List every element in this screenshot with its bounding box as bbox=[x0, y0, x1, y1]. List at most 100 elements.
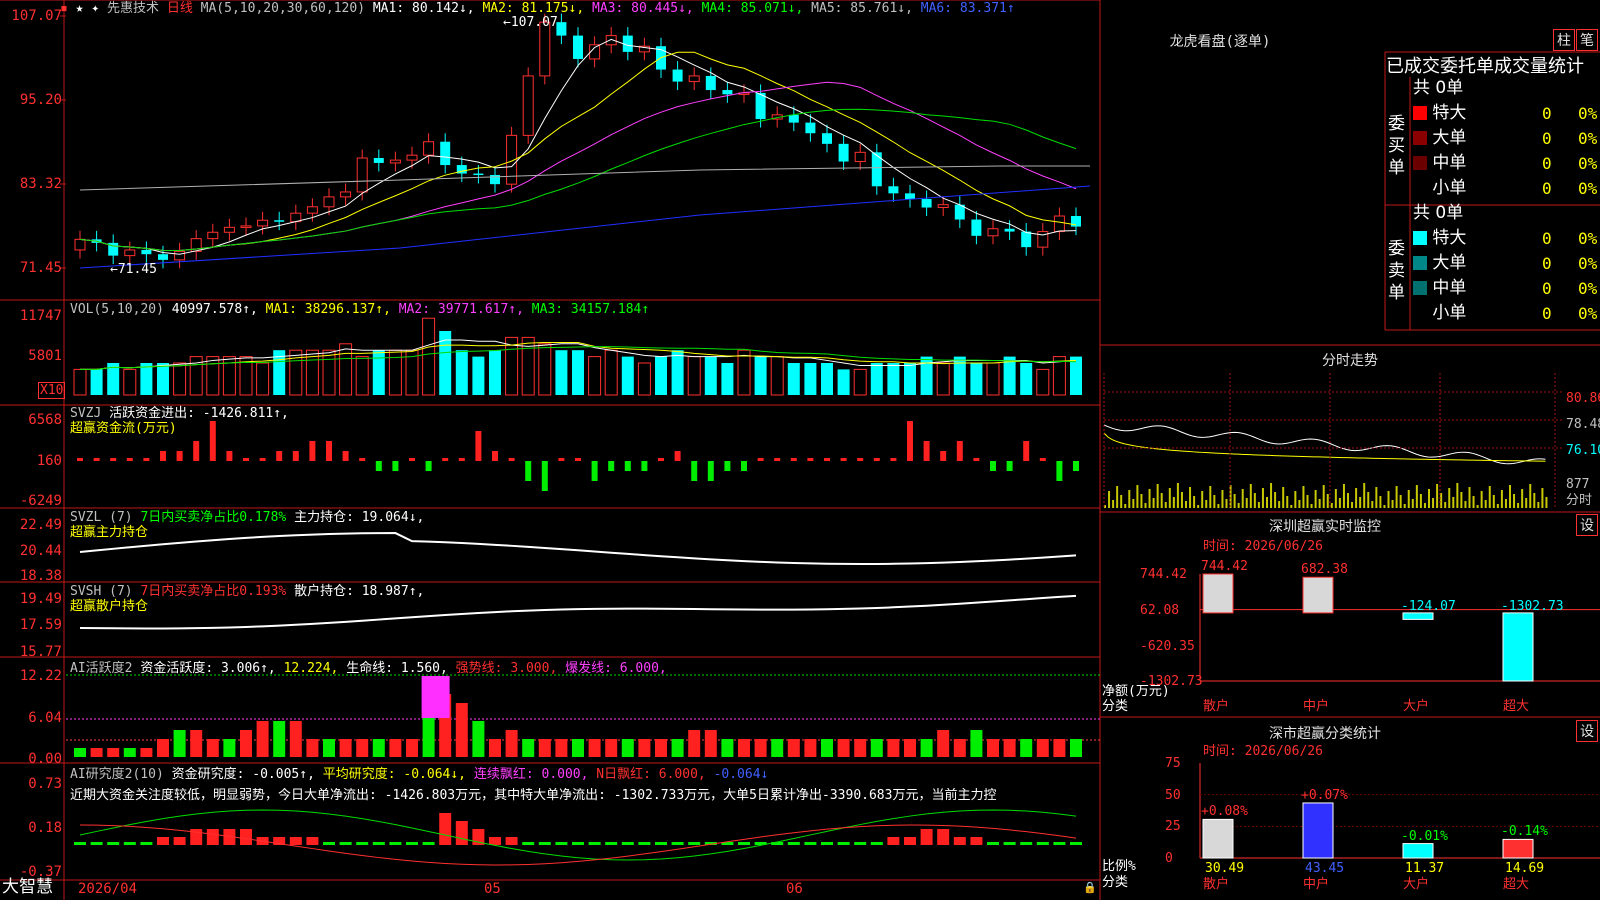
intraday-vol-bar bbox=[1452, 497, 1455, 508]
flow-bar bbox=[475, 431, 482, 461]
intraday-vol-bar bbox=[1496, 504, 1499, 508]
flow-bar bbox=[624, 461, 631, 471]
intraday-vol-bar bbox=[1286, 496, 1289, 508]
color-swatch bbox=[1413, 156, 1427, 170]
candle-body bbox=[971, 219, 982, 236]
intraday-vol-bar bbox=[1347, 493, 1349, 508]
monitor-category: 超大 bbox=[1503, 699, 1530, 714]
intraday-vol-bar bbox=[1270, 483, 1273, 508]
ai1-header: AI活跃度2 资金活跃度: 3.006↑, 12.224, 生命线: 1.560… bbox=[70, 661, 667, 676]
flow-bar bbox=[840, 458, 847, 461]
research-bar bbox=[406, 842, 418, 845]
stock-name[interactable]: 先惠技术 bbox=[107, 1, 159, 16]
order-count: 0 bbox=[1542, 154, 1552, 173]
vol-unit: X10 bbox=[38, 382, 66, 399]
activity-bar bbox=[522, 739, 535, 757]
volume-bar bbox=[687, 356, 701, 396]
axis-ai1-0: 12.22 bbox=[19, 668, 62, 684]
intraday-vol-bar bbox=[1521, 489, 1524, 508]
intraday-vol-bar bbox=[1525, 498, 1528, 508]
intraday-vol-bar bbox=[1399, 495, 1402, 508]
monitor-date: 时间: 2026/06/26 bbox=[1203, 539, 1323, 554]
lock-icon[interactable]: 🔒 bbox=[1083, 880, 1097, 895]
monitor-category: 中户 bbox=[1303, 699, 1330, 714]
classify-title: 深市超赢分类统计 bbox=[1269, 726, 1381, 742]
monitor-bar-value: -1302.73 bbox=[1501, 598, 1564, 614]
candle-body bbox=[822, 133, 832, 144]
order-pct: 0% bbox=[1578, 104, 1598, 123]
flow-bar bbox=[525, 461, 532, 481]
monitor-xlabel: 分类 bbox=[1102, 699, 1129, 714]
intraday-vol-bar bbox=[1533, 493, 1536, 508]
research-bar bbox=[671, 842, 684, 845]
order-pct: 0% bbox=[1578, 304, 1598, 323]
activity-bar bbox=[273, 721, 286, 757]
activity-bar bbox=[837, 739, 850, 757]
activity-bar bbox=[704, 730, 717, 757]
research-bar bbox=[1053, 842, 1066, 845]
activity-bar bbox=[140, 748, 153, 757]
classify-category: 超大 bbox=[1503, 877, 1530, 892]
activity-bar bbox=[1053, 739, 1066, 757]
research-bar bbox=[157, 837, 169, 845]
activity-bar bbox=[621, 739, 634, 757]
classify-category: 散户 bbox=[1203, 877, 1230, 892]
research-bar bbox=[987, 842, 999, 845]
intraday-vol-bar bbox=[1342, 484, 1345, 508]
monitor-settings-button[interactable]: 设 bbox=[1576, 514, 1598, 536]
flow-bar bbox=[857, 458, 864, 461]
axis-svzl-1: 20.44 bbox=[19, 543, 62, 559]
ai2-title: AI研究度2(10) bbox=[70, 767, 164, 782]
kline-chart-canvas[interactable] bbox=[0, 0, 1600, 900]
activity-bar bbox=[406, 739, 418, 757]
monitor-bar-value: 744.42 bbox=[1201, 559, 1248, 574]
intraday-vol-bar bbox=[1180, 492, 1183, 508]
candle-body bbox=[1004, 228, 1015, 232]
flow-bar bbox=[1073, 461, 1079, 471]
monitor-bar bbox=[1502, 612, 1534, 682]
intraday-vol-bar bbox=[1456, 483, 1459, 508]
svzl-sub: 超赢主力持仓 bbox=[70, 525, 149, 540]
research-bar bbox=[74, 842, 86, 845]
order-count: 0 bbox=[1542, 229, 1552, 248]
ma4-value: MA4: 85.071↓, bbox=[701, 1, 804, 16]
research-bar bbox=[538, 842, 551, 845]
intraday-vol-bar bbox=[1205, 500, 1208, 508]
research-bar bbox=[804, 842, 817, 845]
volume-bar bbox=[770, 356, 784, 396]
research-bar bbox=[920, 829, 933, 845]
volume-bar bbox=[422, 317, 436, 396]
intraday-vol-bar bbox=[1363, 483, 1366, 508]
activity-bar bbox=[870, 739, 883, 757]
candle-body bbox=[888, 186, 899, 194]
period-label[interactable]: 日线 bbox=[167, 1, 193, 16]
intraday-vol-bar bbox=[1152, 498, 1155, 508]
activity-bar bbox=[372, 739, 385, 757]
candle-body bbox=[240, 225, 252, 228]
star-icon[interactable]: ★ bbox=[76, 1, 84, 16]
axis-vol-0: 11747 bbox=[19, 308, 62, 324]
intraday-vol-bar bbox=[1391, 500, 1394, 508]
ai2-e: -0.064↓ bbox=[713, 767, 769, 782]
order-type: 中单 bbox=[1427, 153, 1467, 173]
activity-bar bbox=[655, 739, 667, 757]
candle-body bbox=[755, 92, 766, 120]
tick-mode-button[interactable]: 笔 bbox=[1576, 29, 1598, 51]
candle-body bbox=[389, 159, 401, 164]
candle-body bbox=[340, 191, 352, 198]
research-bar bbox=[123, 842, 136, 845]
activity-bar bbox=[555, 739, 568, 757]
intraday-vol-bar bbox=[1197, 505, 1200, 508]
intraday-vol-bar bbox=[1355, 488, 1358, 508]
order-type: 特大 bbox=[1427, 103, 1467, 123]
classify-settings-button[interactable]: 设 bbox=[1576, 720, 1598, 742]
classify-bar-value: 43.45 bbox=[1305, 861, 1345, 876]
activity-bar bbox=[605, 739, 618, 757]
intraday-vol-bar bbox=[1294, 491, 1297, 508]
order-count: 0 bbox=[1542, 254, 1552, 273]
candle-body bbox=[705, 75, 716, 91]
intraday-vol-bar bbox=[1164, 502, 1167, 508]
research-bar bbox=[90, 842, 103, 845]
bar-mode-button[interactable]: 柱 bbox=[1553, 29, 1575, 51]
volume-bar bbox=[505, 336, 519, 396]
